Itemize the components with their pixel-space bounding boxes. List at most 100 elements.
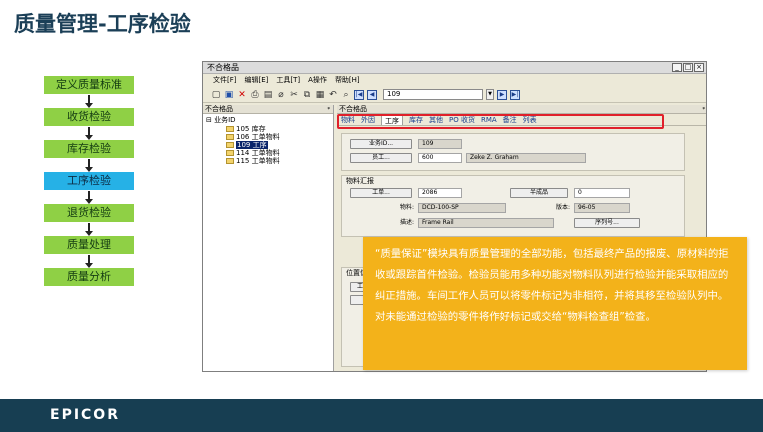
- minimize-icon[interactable]: _: [672, 63, 682, 72]
- tree-pane-title: 不合格品: [205, 105, 233, 113]
- menu-actions[interactable]: A操作: [308, 74, 327, 87]
- tab-memo[interactable]: 备注: [503, 114, 517, 125]
- tab-part[interactable]: 物料: [341, 114, 355, 125]
- tree-item-label: 105 库存: [236, 125, 266, 133]
- flow-step-quality-analysis: 质量分析: [44, 268, 134, 286]
- menu-file[interactable]: 文件[F]: [213, 74, 237, 87]
- tree-pane: 不合格品 ᵠ ⊟ 业务ID 105 库存 106 工单物料 109 工序 114…: [203, 105, 334, 371]
- menu-edit[interactable]: 编辑[E]: [245, 74, 269, 87]
- undo-icon[interactable]: ↶: [328, 90, 338, 100]
- preview-icon[interactable]: ▤: [263, 90, 273, 100]
- tree-item[interactable]: 105 库存: [206, 125, 333, 133]
- description-label: 描述:: [399, 219, 414, 226]
- find-icon[interactable]: ⌕: [341, 90, 351, 100]
- business-id-button[interactable]: 业务ID...: [350, 139, 412, 149]
- tree-item-label: 115 工单物料: [236, 157, 280, 165]
- last-record-icon[interactable]: ▶|: [510, 89, 520, 100]
- copy-icon[interactable]: ⧉: [302, 90, 312, 100]
- folder-icon: [226, 134, 234, 140]
- delete-icon[interactable]: ✕: [237, 90, 247, 100]
- flow-arrow-icon: [85, 127, 93, 140]
- job-button[interactable]: 工单...: [350, 188, 412, 198]
- slide-title: 质量管理-工序检验: [14, 12, 191, 36]
- folder-icon: [226, 158, 234, 164]
- revision-field: 96-05: [574, 203, 630, 213]
- tree-item-label: 109 工序: [236, 141, 268, 149]
- flow-step-return-inspection: 退货检验: [44, 204, 134, 222]
- tree-root-label: 业务ID: [214, 116, 236, 124]
- slide: 质量管理-工序检验 定义质量标准 收货检验 库存检验 工序检验 退货检验 质量处…: [0, 0, 763, 432]
- assembly-button[interactable]: 半成品: [510, 188, 568, 198]
- tab-rma[interactable]: RMA: [481, 114, 497, 125]
- flow-step-quality-disposition: 质量处理: [44, 236, 134, 254]
- flow-step-receipt-inspection: 收货检验: [44, 108, 134, 126]
- menu-tools[interactable]: 工具[T]: [276, 74, 300, 87]
- tree-root[interactable]: ⊟ 业务ID: [206, 116, 333, 125]
- job-field[interactable]: 2086: [418, 188, 462, 198]
- flow-arrow-icon: [85, 95, 93, 108]
- tree-pane-header: 不合格品 ᵠ: [203, 105, 333, 114]
- folder-icon: [226, 142, 234, 148]
- cut-icon[interactable]: ✂: [289, 90, 299, 100]
- first-record-icon[interactable]: |◀: [354, 89, 364, 100]
- employee-id-field[interactable]: 600: [418, 153, 462, 163]
- record-nav-field[interactable]: 109: [383, 89, 483, 100]
- maximize-icon[interactable]: □: [683, 63, 693, 72]
- tab-inventory[interactable]: 库存: [409, 114, 423, 125]
- tab-operation[interactable]: 工序: [381, 114, 403, 125]
- next-record-icon[interactable]: ▶: [497, 89, 507, 100]
- flow-arrow-icon: [85, 255, 93, 268]
- business-id-field[interactable]: 109: [418, 139, 462, 149]
- employee-button[interactable]: 员工...: [350, 153, 412, 163]
- tree-view: ⊟ 业务ID 105 库存 106 工单物料 109 工序 114 工单物料 1…: [203, 114, 333, 165]
- tab-po-receipt[interactable]: PO 收货: [449, 114, 475, 125]
- flow-step-operation-inspection: 工序检验: [44, 172, 134, 190]
- flow-arrow-icon: [85, 223, 93, 236]
- menu-bar: 文件[F] 编辑[E] 工具[T] A操作 帮助[H]: [203, 74, 706, 87]
- detail-pane-header: 不合格品 ᵠ: [337, 105, 706, 114]
- part-field: DCD-100-SP: [418, 203, 506, 213]
- material-report-group: 物料汇报 工单... 2086 半成品 0 物料: DCD-100-SP 版本:…: [341, 175, 685, 237]
- serial-numbers-button[interactable]: 序列号...: [574, 218, 640, 228]
- pin-icon[interactable]: ᵠ: [328, 105, 331, 114]
- detail-pane-title: 不合格品: [339, 105, 367, 113]
- flow-step-inventory-inspection: 库存检验: [44, 140, 134, 158]
- menu-help[interactable]: 帮助[H]: [335, 74, 360, 87]
- tree-item[interactable]: 106 工单物料: [206, 133, 333, 141]
- tree-item-label: 114 工单物料: [236, 149, 280, 157]
- save-icon[interactable]: ▣: [224, 90, 234, 100]
- close-icon[interactable]: ×: [694, 63, 704, 72]
- tree-item-label: 106 工单物料: [236, 133, 280, 141]
- tab-list[interactable]: 列表: [523, 114, 537, 125]
- employee-name-field: Zeke Z. Graham: [466, 153, 586, 163]
- assembly-field[interactable]: 0: [574, 188, 630, 198]
- tab-strip: 物料 外因 工序 库存 其他 PO 收货 RMA 备注 列表: [337, 114, 706, 126]
- folder-icon: [226, 150, 234, 156]
- tree-item[interactable]: 115 工单物料: [206, 157, 333, 165]
- paste-icon[interactable]: ▦: [315, 90, 325, 100]
- tab-other[interactable]: 其他: [429, 114, 443, 125]
- flow-step-define-standard: 定义质量标准: [44, 76, 134, 94]
- part-label: 物料:: [399, 204, 414, 211]
- new-icon[interactable]: ▢: [211, 90, 221, 100]
- chevron-down-icon[interactable]: ▼: [486, 89, 494, 100]
- pin-icon[interactable]: ᵠ: [703, 105, 706, 114]
- revision-label: 版本:: [555, 204, 570, 211]
- flow-arrow-icon: [85, 191, 93, 204]
- tree-item-selected[interactable]: 109 工序: [206, 141, 333, 149]
- description-field: Frame Rail: [418, 218, 554, 228]
- folder-icon: [226, 126, 234, 132]
- window-titlebar: 不合格品 _ □ ×: [203, 62, 706, 74]
- clear-icon[interactable]: ⌀: [276, 90, 286, 100]
- tree-item[interactable]: 114 工单物料: [206, 149, 333, 157]
- header-group: 业务ID... 109 员工... 600 Zeke Z. Graham: [341, 133, 685, 171]
- prev-record-icon[interactable]: ◀: [367, 89, 377, 100]
- material-report-title: 物料汇报: [346, 177, 374, 185]
- flow-arrow-icon: [85, 159, 93, 172]
- window-controls: _ □ ×: [672, 63, 704, 72]
- epicor-logo: EPICOR: [50, 407, 120, 423]
- tab-external[interactable]: 外因: [361, 114, 375, 125]
- print-icon[interactable]: ⎙: [250, 90, 260, 100]
- footer-bar: EPICOR: [0, 399, 763, 432]
- toolbar: ▢ ▣ ✕ ⎙ ▤ ⌀ ✂ ⧉ ▦ ↶ ⌕ |◀ ◀ 109 ▼ ▶ ▶|: [203, 87, 706, 103]
